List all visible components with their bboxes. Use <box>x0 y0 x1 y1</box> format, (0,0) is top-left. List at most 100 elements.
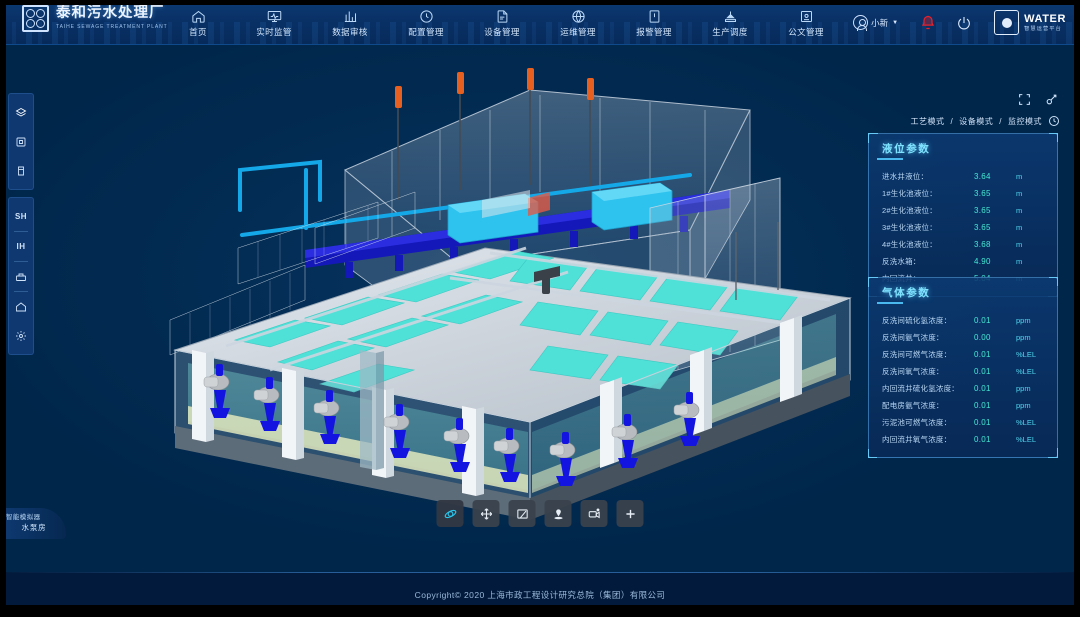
nav-item-document-management[interactable]: 公文管理 <box>768 2 844 44</box>
main-navigation: 首页 实时监管 数据审核 配置管理 设备管理 运维管理 报警管理 生产调度 公文… <box>160 2 844 44</box>
mode-monitor[interactable]: 监控模式 <box>1008 116 1042 127</box>
chevron-down-icon: ▼ <box>892 19 899 26</box>
row-label: 2#生化池液位： <box>882 206 937 215</box>
brand-name: WATER <box>1024 12 1066 25</box>
row-unit: ppm <box>1016 384 1031 393</box>
ewater-logo-icon <box>994 10 1020 35</box>
ewater-brand: WATER 智慧运营平台 <box>994 10 1066 35</box>
alarm-bell-icon[interactable] <box>920 14 936 31</box>
nav-label: 数据审核 <box>332 26 368 37</box>
fullscreen-icon[interactable] <box>1018 93 1031 106</box>
row-label: 3#生化池液位： <box>882 223 937 232</box>
nav-label: 实时监管 <box>256 26 292 37</box>
plant-3d-model[interactable] <box>130 50 870 530</box>
brand-subtitle: 智慧运营平台 <box>1024 25 1062 32</box>
nav-item-device-management[interactable]: 设备管理 <box>464 2 540 44</box>
mode-process[interactable]: 工艺模式 <box>911 116 945 127</box>
sidebar-item-model[interactable] <box>8 127 34 156</box>
sidebar-item-layers[interactable] <box>8 98 34 127</box>
nav-item-alarm-management[interactable]: 报警管理 <box>616 2 692 44</box>
locate-tool-button[interactable] <box>544 500 572 527</box>
sidebar-item-sh[interactable]: SH <box>8 202 34 231</box>
orbit-tool-button[interactable] <box>436 500 464 527</box>
nav-item-data-audit[interactable]: 数据审核 <box>312 2 388 44</box>
plant-name-en: TAIHE SEWAGE TREATMENT PLANT <box>56 24 168 30</box>
row-label: 反洗间氧气浓度： <box>882 367 944 376</box>
row-unit: %LEL <box>1016 418 1037 427</box>
footer-divider <box>0 572 1080 573</box>
user-name: 小新 <box>871 17 889 28</box>
row-unit: m <box>1016 206 1023 215</box>
sidebar-item-ih[interactable]: IH <box>8 232 34 261</box>
mode-device[interactable]: 设备模式 <box>959 116 993 127</box>
panel-title-underline <box>877 302 903 304</box>
nav-item-ops-management[interactable]: 运维管理 <box>540 2 616 44</box>
row-value: 3.65 <box>974 223 991 232</box>
row-label: 4#生化池液位： <box>882 240 937 249</box>
model-viewport[interactable]: SH IH 工艺模式 / 设备模式 / 监控模式 液位参数 进水井液位： 3.6… <box>0 45 1080 572</box>
camera-tool-button[interactable] <box>580 500 608 527</box>
nav-item-config-management[interactable]: 配置管理 <box>388 2 464 44</box>
sidebar-label-ih: IH <box>16 242 26 251</box>
history-clock-icon[interactable] <box>1048 115 1060 127</box>
level-row: 1#生化池液位： 3.65 m <box>882 185 1047 202</box>
globe-icon <box>571 9 586 24</box>
row-unit: ppm <box>1016 333 1031 342</box>
user-menu[interactable]: 小新 ▼ <box>853 15 899 31</box>
nav-item-production-dispatch[interactable]: 生产调度 <box>692 2 768 44</box>
row-unit: %LEL <box>1016 435 1037 444</box>
section-tool-button[interactable] <box>508 500 536 527</box>
pin-icon <box>551 507 565 521</box>
pan-tool-button[interactable] <box>472 500 500 527</box>
row-unit: m <box>1016 172 1023 181</box>
row-unit: %LEL <box>1016 367 1037 376</box>
level-row: 进水井液位： 3.64 m <box>882 168 1047 185</box>
site-logo: 泰和污水处理厂 TAIHE SEWAGE TREATMENT PLANT <box>22 5 168 32</box>
copyright-text: Copyright© 2020 上海市政工程设计研究总院（集团）有限公司 <box>414 589 666 600</box>
mode-separator: / <box>999 116 1002 126</box>
row-label: 内回流井氧气浓度： <box>882 435 952 444</box>
panel-corner <box>1049 133 1058 142</box>
sidebar-item-device[interactable] <box>8 262 34 291</box>
home-icon <box>191 9 206 24</box>
power-icon[interactable] <box>956 15 972 31</box>
measure-icon[interactable] <box>1045 93 1058 106</box>
viewport-watermark: 智能模拟器 水泵房 <box>0 508 66 539</box>
top-header: 泰和污水处理厂 TAIHE SEWAGE TREATMENT PLANT 首页 … <box>0 0 1080 45</box>
nav-label: 运维管理 <box>560 26 596 37</box>
header-right-tools: 小新 ▼ WATER 智慧运营平台 <box>853 0 1080 44</box>
liquid-level-panel: 液位参数 进水井液位： 3.64 m 1#生化池液位： 3.65 m 2#生化池… <box>868 133 1058 297</box>
nav-item-home[interactable]: 首页 <box>160 2 236 44</box>
row-value: 0.00 <box>974 333 991 342</box>
sidebar-item-clip[interactable] <box>8 156 34 185</box>
row-unit: m <box>1016 240 1023 249</box>
letterbox-right <box>1074 0 1080 617</box>
gas-row: 反洗间氧气浓度： 0.01 %LEL <box>882 363 1047 380</box>
nav-label: 报警管理 <box>636 26 672 37</box>
gas-row: 反洗间硫化氢浓度： 0.01 ppm <box>882 312 1047 329</box>
row-value: 3.65 <box>974 206 991 215</box>
gas-row: 内回流井氧气浓度： 0.01 %LEL <box>882 431 1047 448</box>
sidebar-item-home[interactable] <box>8 292 34 321</box>
viewport-top-controls <box>1018 93 1058 106</box>
plant-name-cn: 泰和污水处理厂 <box>56 5 165 21</box>
sidebar-item-settings[interactable] <box>8 321 34 350</box>
row-value: 0.01 <box>974 316 991 325</box>
row-value: 3.65 <box>974 189 991 198</box>
add-tool-button[interactable] <box>616 500 644 527</box>
row-value: 0.01 <box>974 435 991 444</box>
watermark-line2: 水泵房 <box>21 523 47 532</box>
row-value: 3.68 <box>974 240 991 249</box>
panel-title-underline <box>877 158 903 160</box>
plant-3d-model-svg <box>169 68 852 520</box>
letterbox-top <box>0 0 1080 5</box>
letterbox-left <box>0 0 6 617</box>
panel-corner <box>868 449 877 458</box>
nav-label: 设备管理 <box>484 26 520 37</box>
viewport-toolbar <box>436 500 644 527</box>
panel-corner <box>1049 277 1058 286</box>
nav-item-realtime-monitor[interactable]: 实时监管 <box>236 2 312 44</box>
row-value: 3.64 <box>974 172 991 181</box>
nav-label: 生产调度 <box>712 26 748 37</box>
mode-selector: 工艺模式 / 设备模式 / 监控模式 <box>911 115 1060 127</box>
